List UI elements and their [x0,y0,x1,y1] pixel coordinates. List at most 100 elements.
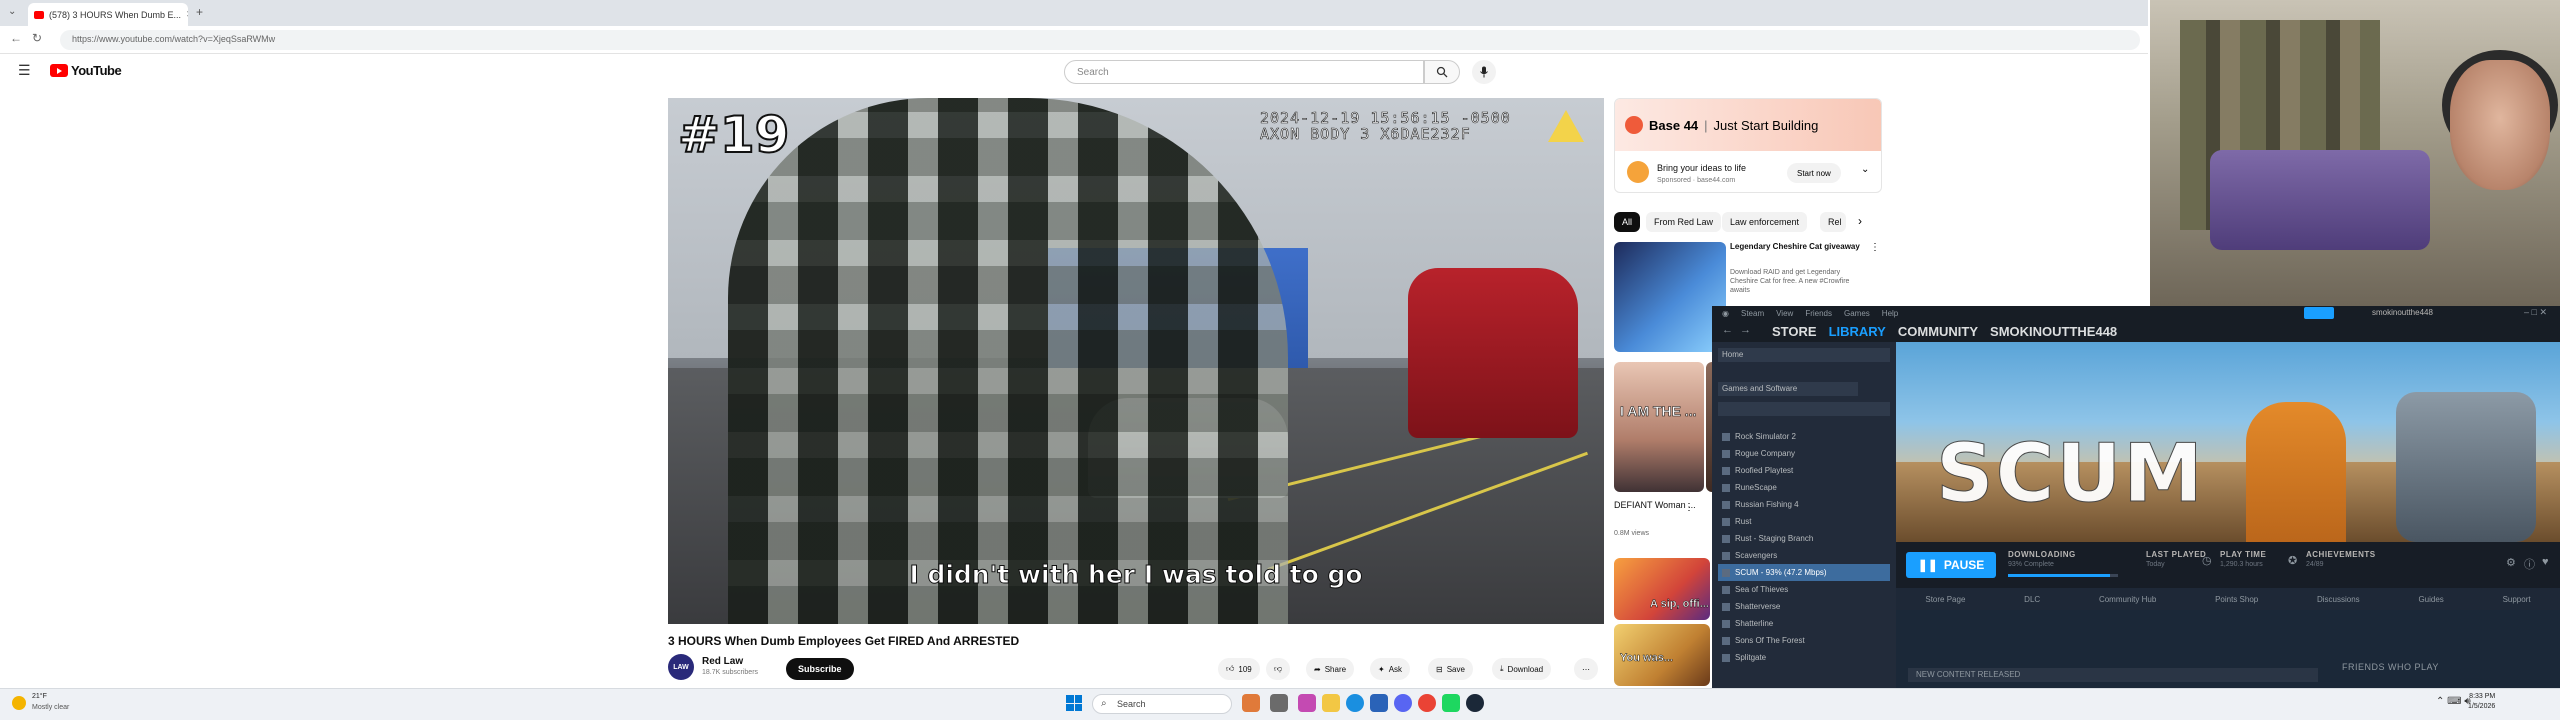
taskbar-search[interactable]: ⌕ Search [1092,694,1232,714]
forward-arrow-icon[interactable]: → [1740,324,1751,336]
chip-related[interactable]: Rel [1820,212,1846,232]
game-list-item[interactable]: Rust - Staging Branch [1718,530,1890,547]
tab-close-icon[interactable]: ✕ [186,9,188,20]
subnav-points-shop[interactable]: Points Shop [2215,595,2258,604]
voice-search-button[interactable] [1472,60,1496,84]
subnav-dlc[interactable]: DLC [2024,595,2040,604]
back-arrow-icon[interactable]: ← [1722,324,1733,336]
save-button[interactable]: ⊟ Save [1428,658,1473,680]
more-vertical-icon[interactable]: ⋮ [1684,502,1694,513]
recommendation-thumbnail[interactable] [1614,242,1726,352]
recommendation-title[interactable]: Legendary Cheshire Cat giveaway [1730,242,1870,252]
steam-menu-steam[interactable]: Steam [1741,309,1764,318]
chevron-down-icon[interactable]: ⌄ [1861,164,1869,175]
tab-list-chevron-icon[interactable]: ⌄ [8,6,16,17]
game-list-item[interactable]: Rogue Company [1718,445,1890,462]
subnav-store-page[interactable]: Store Page [1925,595,1965,604]
steam-nav-library[interactable]: LIBRARY [1829,324,1886,339]
taskbar-app-chrome-icon[interactable] [1418,694,1436,712]
minimize-icon[interactable]: – [2524,307,2529,317]
game-list-item[interactable]: RuneScape [1718,479,1890,496]
back-arrow-icon[interactable]: ← [10,31,22,45]
hamburger-menu-icon[interactable]: ☰ [18,62,31,79]
game-list-item[interactable]: Rust [1718,513,1890,530]
pause-label: PAUSE [1943,558,1985,572]
download-button[interactable]: ⤓ Download [1492,658,1552,680]
channel-avatar[interactable]: LAW [668,654,694,680]
game-icon [1722,449,1730,458]
steam-nav-community[interactable]: COMMUNITY [1898,324,1978,339]
game-list-item[interactable]: SCUM - 93% (47.2 Mbps) [1718,564,1890,581]
youtube-logo[interactable]: YouTube [50,63,122,78]
taskbar-app-widget-icon[interactable] [1242,694,1260,712]
chip-law-enforcement[interactable]: Law enforcement [1722,212,1808,232]
taskbar-clock[interactable]: 8:33 PM 1/5/2026 [2468,692,2495,712]
search-button[interactable] [1424,60,1460,84]
game-list-item[interactable]: Scavengers [1718,547,1890,564]
taskbar-app-edge-icon[interactable] [1346,694,1364,712]
sponsored-ad-card[interactable]: Base 44 | Just Start Building Bring your… [1614,98,1882,193]
subscribe-button[interactable]: Subscribe [786,658,854,680]
info-icon[interactable]: ⓘ [2524,556,2535,572]
search-input[interactable]: Search [1064,60,1424,84]
taskbar-app-folder-icon[interactable] [1322,694,1340,712]
taskbar-app-store-icon[interactable] [1370,694,1388,712]
game-list-item[interactable]: Roofied Playtest [1718,462,1890,479]
game-list-item[interactable]: Russian Fishing 4 [1718,496,1890,513]
library-filter-dropdown[interactable]: Games and Software [1718,382,1858,396]
dislike-button[interactable]: 👎︎ [1266,658,1291,680]
ad-cta-button[interactable]: Start now [1787,163,1841,183]
taskbar-app-spotify-icon[interactable] [1442,694,1460,712]
game-list-item[interactable]: Rock Simulator 2 [1718,428,1890,445]
reload-icon[interactable]: ↻ [32,31,42,45]
game-list-item[interactable]: Sons Of The Forest [1718,632,1890,649]
more-vertical-icon[interactable]: ⋮ [1870,242,1880,253]
game-list-item[interactable]: Shatterverse [1718,598,1890,615]
subnav-guides[interactable]: Guides [2418,595,2443,604]
heart-icon[interactable]: ♥ [2542,556,2549,568]
more-actions-button[interactable]: ⋯ [1574,658,1598,680]
steam-nav-profile[interactable]: SMOKINOUTTHE448 [1990,324,2117,339]
game-list-item[interactable]: Sea of Thieves [1718,581,1890,598]
channel-name[interactable]: Red Law [702,656,743,667]
library-search-input[interactable] [1718,402,1890,416]
steam-menu-friends[interactable]: Friends [1805,309,1832,318]
chip-from-channel[interactable]: From Red Law [1646,212,1722,232]
pause-button[interactable]: ❚❚ PAUSE [1906,552,1996,578]
start-button[interactable] [1066,695,1082,711]
new-tab-button[interactable]: + [196,5,203,19]
chip-all[interactable]: All [1614,212,1641,232]
steam-menu-games[interactable]: Games [1844,309,1870,318]
subnav-discussions[interactable]: Discussions [2317,595,2360,604]
steam-account-name[interactable]: smokinoutthe448 [2372,308,2433,317]
recommendation-thumbnail[interactable] [1614,558,1710,620]
maximize-icon[interactable]: □ [2532,307,2537,317]
address-bar[interactable]: https://www.youtube.com/watch?v=XjeqSsaR… [60,30,2140,50]
subnav-community-hub[interactable]: Community Hub [2099,595,2156,604]
taskbar-app-discord-icon[interactable] [1394,694,1412,712]
browser-tab-active[interactable]: (578) 3 HOURS When Dumb E... ✕ [28,3,188,26]
chevron-right-icon[interactable]: › [1858,214,1862,228]
taskbar-app-steam-icon[interactable] [1466,694,1484,712]
steam-menu-help[interactable]: Help [1882,309,1898,318]
subnav-support[interactable]: Support [2503,595,2531,604]
video-player[interactable]: #19 2024-12-19 15:56:15 -0500 AXON BODY … [668,98,1604,624]
game-list-item[interactable]: Splitgate [1718,649,1890,666]
weather-moon-icon[interactable] [12,696,26,710]
taskbar-app-copilot-icon[interactable] [1298,694,1316,712]
new-content-banner[interactable]: NEW CONTENT RELEASED [1908,668,2318,682]
ask-label: Ask [1388,664,1403,674]
gear-icon[interactable]: ⚙ [2506,556,2516,569]
like-button[interactable]: 👍︎ 109 [1218,658,1260,680]
steam-menu-view[interactable]: View [1776,309,1793,318]
steam-nav-store[interactable]: STORE [1772,324,1817,339]
close-icon[interactable]: ✕ [2539,307,2547,317]
game-list-item[interactable]: Shatterline [1718,615,1890,632]
taskbar-app-taskview-icon[interactable] [1270,694,1288,712]
system-tray-icons[interactable]: ⌃ ⌨ 🔊︎ [2436,696,2471,707]
recommendation-thumbnail[interactable] [1614,362,1704,492]
library-home[interactable]: Home [1718,348,1890,362]
steam-broadcast-button[interactable] [2304,307,2334,319]
ask-button[interactable]: ✦ Ask [1370,658,1411,680]
share-button[interactable]: ➦ Share [1306,658,1355,680]
